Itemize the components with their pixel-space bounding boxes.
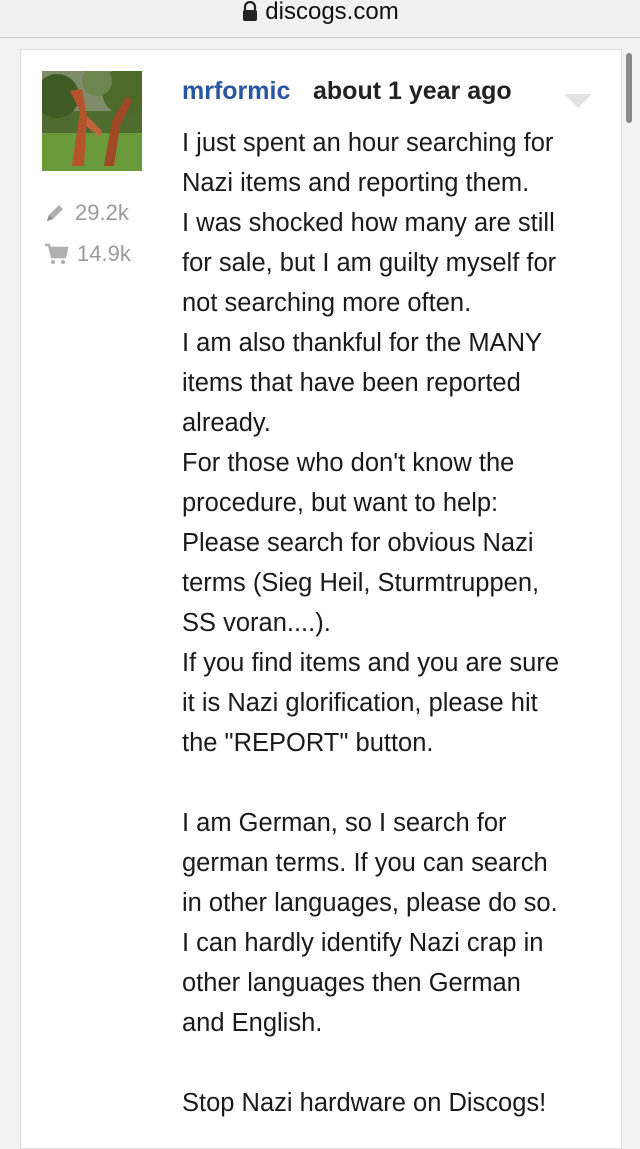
- comment-line: it is Nazi glorification, please hit: [182, 689, 538, 717]
- comment-line: I just spent an hour searching for: [182, 129, 554, 157]
- avatar-image: [42, 71, 142, 171]
- comment-line: SS voran....).: [182, 609, 331, 637]
- comment-line: not searching more often.: [182, 289, 472, 317]
- comment-line: For those who don't know the: [182, 449, 515, 477]
- paragraph-break: [182, 763, 612, 803]
- address-bar-content: discogs.com: [241, 0, 399, 25]
- comment-line: procedure, but want to help:: [182, 489, 499, 517]
- comment-line: terms (Sieg Heil, Sturmtruppen,: [182, 569, 540, 597]
- page-content: 29.2k 14.9k mrformic about 1 year ago I …: [0, 38, 640, 1149]
- sales-value: 14.9k: [77, 241, 131, 266]
- comment-line: already.: [182, 409, 271, 437]
- comment-line: If you find items and you are sure: [182, 649, 560, 677]
- edits-value: 29.2k: [75, 200, 129, 225]
- edits-count: 29.2k: [43, 200, 129, 226]
- user-avatar[interactable]: [42, 71, 142, 171]
- comment-line: I am German, so I search for: [182, 809, 507, 837]
- comment-line: in other languages, please do so.: [182, 889, 558, 917]
- comment-line: items that have been reported: [182, 369, 521, 397]
- lock-icon: [243, 1, 258, 21]
- scrollbar[interactable]: [626, 53, 632, 123]
- comment-line: I am also thankful for the MANY: [182, 329, 542, 357]
- comment-line: german terms. If you can search: [182, 849, 548, 877]
- comment-line: other languages then German: [182, 969, 521, 997]
- comment-username[interactable]: mrformic: [182, 77, 290, 106]
- pencil-icon: [47, 205, 63, 221]
- paragraph-break: [182, 1043, 612, 1083]
- sales-count: 14.9k: [43, 241, 131, 267]
- comment-line: and English.: [182, 1009, 323, 1037]
- comment-body: I just spent an hour searching for Nazi …: [182, 123, 612, 1123]
- comment-line: Stop Nazi hardware on Discogs!: [182, 1089, 547, 1117]
- comment-timestamp: about 1 year ago: [313, 77, 512, 105]
- url-text: discogs.com: [265, 0, 399, 25]
- chevron-down-icon[interactable]: [562, 92, 594, 110]
- comment-line: the "REPORT" button.: [182, 729, 434, 757]
- comment-line: I can hardly identify Nazi crap in: [182, 929, 544, 957]
- comment-line: I was shocked how many are still: [182, 209, 555, 237]
- comment-line: Please search for obvious Nazi: [182, 529, 534, 557]
- comment-line: for sale, but I am guilty myself for: [182, 249, 557, 277]
- cart-icon: [45, 243, 69, 264]
- comment-card: 29.2k 14.9k mrformic about 1 year ago I …: [20, 49, 622, 1149]
- address-bar[interactable]: discogs.com: [0, 0, 640, 38]
- comment-line: Nazi items and reporting them.: [182, 169, 530, 197]
